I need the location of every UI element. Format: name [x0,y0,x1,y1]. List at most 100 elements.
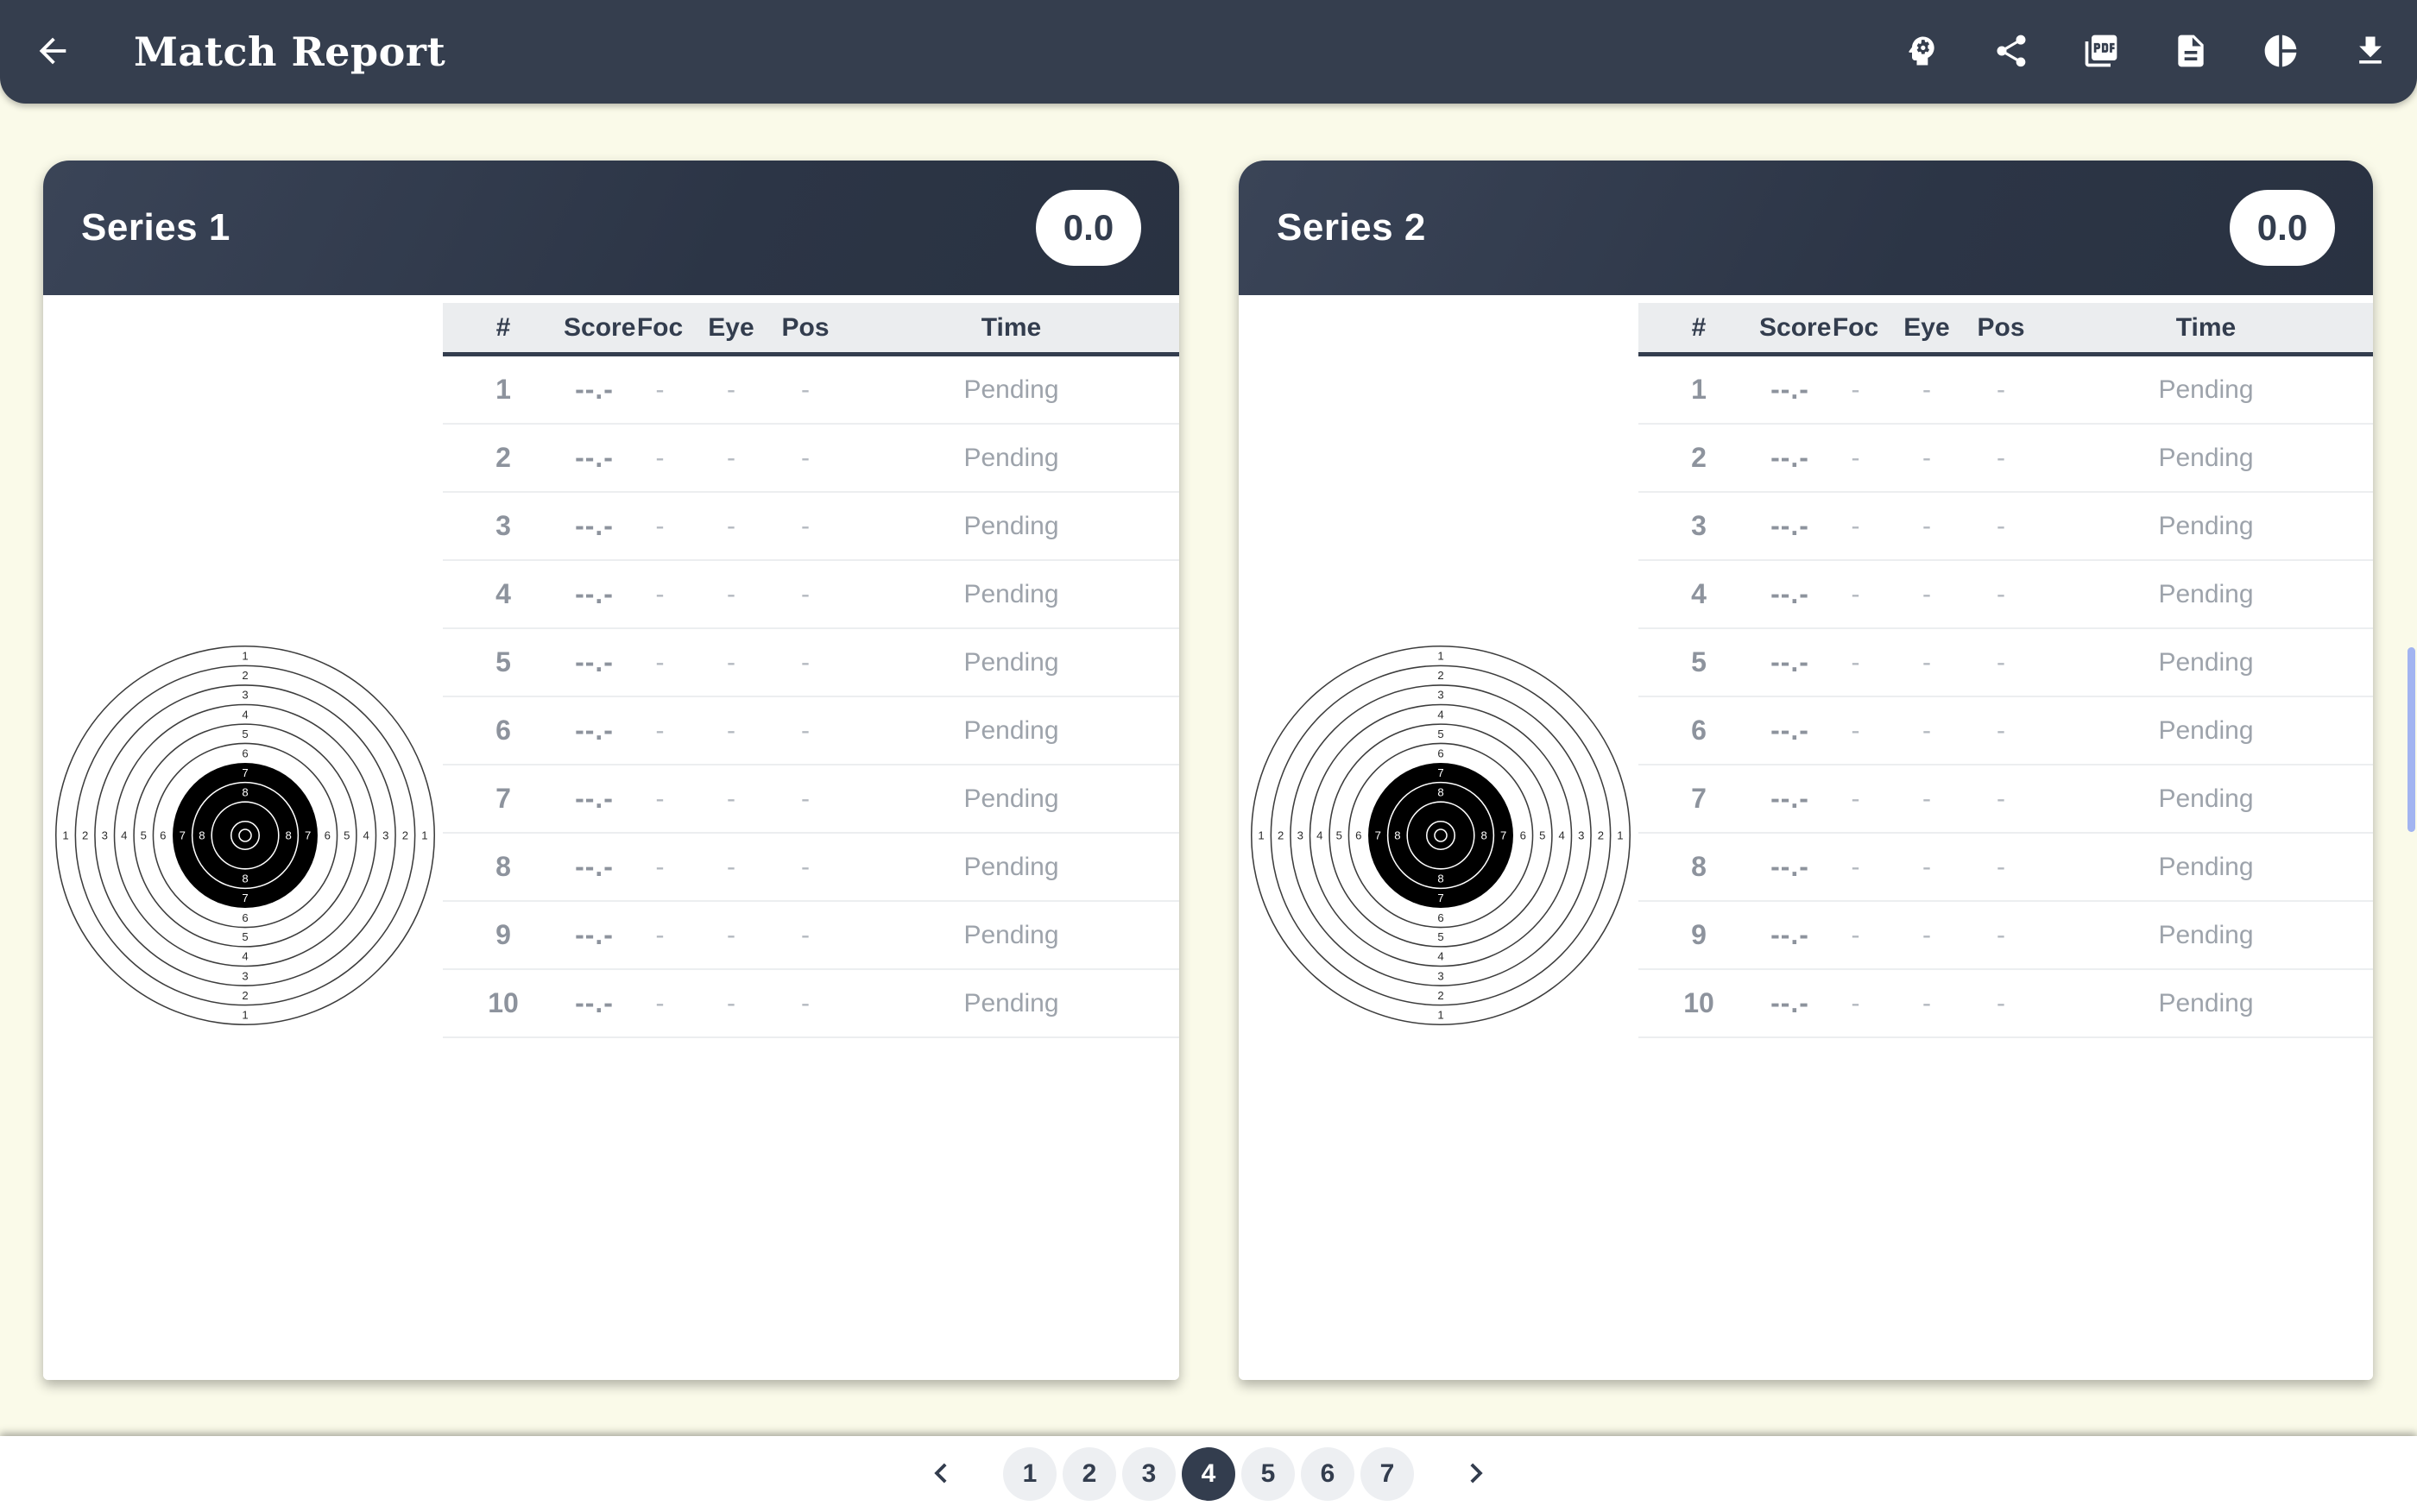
shot-foc: - [625,375,695,405]
svg-text:3: 3 [242,689,248,702]
svg-text:2: 2 [1278,829,1284,842]
shot-foc: - [1821,375,1890,405]
shot-pos: - [1963,921,2039,950]
svg-text:7: 7 [1437,891,1443,904]
svg-text:1: 1 [242,1008,248,1021]
page-title: Match Report [134,28,445,75]
back-button[interactable] [32,31,73,72]
shot-eye: - [1890,784,1963,814]
svg-text:5: 5 [1437,930,1443,943]
shot-score: --.- [1759,851,1821,883]
shot-score: --.- [564,646,625,678]
psychology-button[interactable] [1901,31,1942,72]
page-button-4[interactable]: 4 [1182,1447,1235,1501]
svg-text:1: 1 [62,829,68,842]
shot-eye: - [695,853,767,882]
table-row: 6--.----Pending [443,697,1179,765]
shot-number: 4 [443,578,564,610]
svg-text:5: 5 [1437,728,1443,740]
shot-pos: - [767,921,843,950]
shot-time: Pending [843,648,1179,677]
document-button[interactable] [2170,31,2212,72]
svg-text:1: 1 [242,650,248,663]
shot-number: 2 [443,442,564,474]
pdf-button[interactable] [2080,31,2122,72]
shot-foc: - [625,444,695,473]
page-button-5[interactable]: 5 [1241,1447,1295,1501]
table-row: 4--.----Pending [443,561,1179,629]
table-row: 5--.----Pending [1638,629,2373,697]
col-eye: Eye [695,313,767,343]
series-card-1: Series 1 0.0 111122223333444455556666777… [43,161,1179,1380]
shot-foc: - [625,853,695,882]
toolbar [1901,31,2391,72]
shot-time: Pending [843,716,1179,746]
svg-text:2: 2 [1437,989,1443,1002]
shot-time: Pending [2039,716,2373,746]
shot-score: --.- [564,442,625,474]
table-row: 6--.----Pending [1638,697,2373,765]
shot-score: --.- [1759,987,1821,1019]
shot-score: --.- [564,578,625,610]
table-row: 10--.----Pending [1638,970,2373,1038]
psychology-icon [1903,32,1941,72]
svg-text:5: 5 [1336,829,1342,842]
shot-foc: - [625,512,695,541]
col-score: Score [564,313,625,343]
svg-text:2: 2 [242,989,248,1002]
shot-score: --.- [1759,442,1821,474]
col-time: Time [843,313,1179,343]
shot-time: Pending [843,444,1179,473]
svg-text:4: 4 [121,829,127,842]
shot-score: --.- [1759,919,1821,951]
shot-time: Pending [2039,512,2373,541]
next-page-button[interactable] [1450,1448,1502,1500]
shot-foc: - [1821,853,1890,882]
series-1-body: 11112222333344445555666677778888 # Score… [43,295,1179,1380]
svg-text:6: 6 [1355,829,1361,842]
shot-eye: - [1890,853,1963,882]
prev-page-button[interactable] [915,1448,967,1500]
shot-pos: - [1963,648,2039,677]
shot-eye: - [1890,444,1963,473]
shot-number: 6 [443,715,564,747]
table-row: 9--.----Pending [1638,902,2373,970]
page-button-7[interactable]: 7 [1360,1447,1414,1501]
shot-eye: - [695,444,767,473]
shot-foc: - [625,989,695,1018]
svg-text:3: 3 [1297,829,1303,842]
series-2-title: Series 2 [1277,206,1426,249]
shot-number: 10 [443,987,564,1019]
col-pos: Pos [767,313,843,343]
svg-text:7: 7 [1437,766,1443,779]
shot-time: Pending [2039,784,2373,814]
shot-eye: - [1890,989,1963,1018]
shot-number: 8 [443,851,564,883]
page-button-1[interactable]: 1 [1003,1447,1057,1501]
svg-text:3: 3 [1437,969,1443,982]
svg-text:3: 3 [1578,829,1584,842]
pie-chart-button[interactable] [2260,31,2301,72]
shot-time: Pending [2039,375,2373,405]
page-button-6[interactable]: 6 [1301,1447,1354,1501]
shot-number: 3 [443,510,564,542]
page-button-3[interactable]: 3 [1122,1447,1176,1501]
shot-pos: - [1963,989,2039,1018]
svg-text:7: 7 [180,829,186,842]
shot-eye: - [695,989,767,1018]
share-button[interactable] [1991,31,2032,72]
shot-score: --.- [1759,510,1821,542]
shot-number: 2 [1638,442,1759,474]
col-foc: Foc [625,313,695,343]
table-body: 1--.----Pending2--.----Pending3--.----Pe… [1638,356,2373,1038]
pdf-icon [2082,32,2120,72]
svg-text:8: 8 [1437,873,1443,885]
svg-text:4: 4 [1316,829,1322,842]
shot-number: 8 [1638,851,1759,883]
svg-text:2: 2 [1598,829,1604,842]
download-button[interactable] [2350,31,2391,72]
scrollbar-thumb[interactable] [2408,647,2415,832]
svg-text:1: 1 [1258,829,1264,842]
page-button-2[interactable]: 2 [1063,1447,1116,1501]
match-report-screen: Match Report Series 1 0.0 11112222333344… [0,0,2417,1512]
